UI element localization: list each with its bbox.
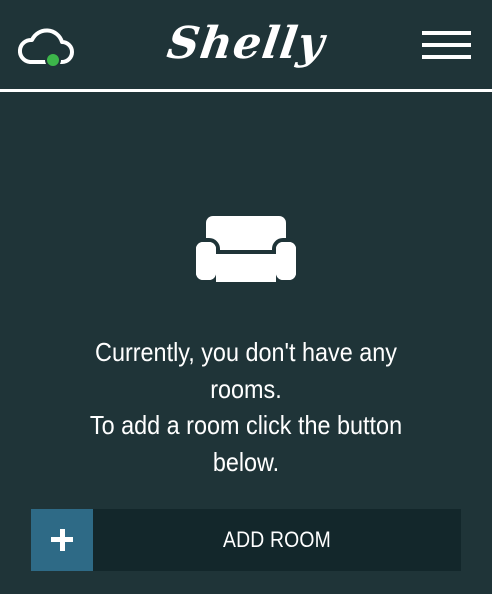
menu-bar: [422, 31, 471, 35]
menu-bar: [422, 55, 471, 59]
menu-bar: [422, 43, 471, 47]
message-line: Currently, you don't have any: [95, 337, 397, 367]
cloud-status-button[interactable]: [17, 22, 78, 72]
shelly-logo: Shelly: [160, 14, 332, 74]
brand-name: Shelly: [164, 18, 329, 69]
sofa-icon: [192, 214, 300, 284]
menu-button[interactable]: [418, 30, 474, 64]
empty-rooms-message: Currently, you don't have any rooms. To …: [52, 334, 441, 480]
message-line: To add a room click the button: [89, 410, 403, 440]
app-header: Shelly: [0, 0, 492, 92]
header-divider: [0, 89, 492, 92]
cloud-icon: [17, 28, 74, 68]
plus-icon: [31, 509, 93, 571]
cloud-connected-indicator: [45, 52, 61, 68]
rooms-screen: Shelly Currently, you don't have any roo…: [0, 0, 492, 594]
add-room-button[interactable]: ADD ROOM: [31, 509, 461, 571]
message-line: rooms.: [210, 373, 282, 404]
add-room-label: ADD ROOM: [223, 527, 331, 552]
message-line: below.: [212, 446, 280, 477]
